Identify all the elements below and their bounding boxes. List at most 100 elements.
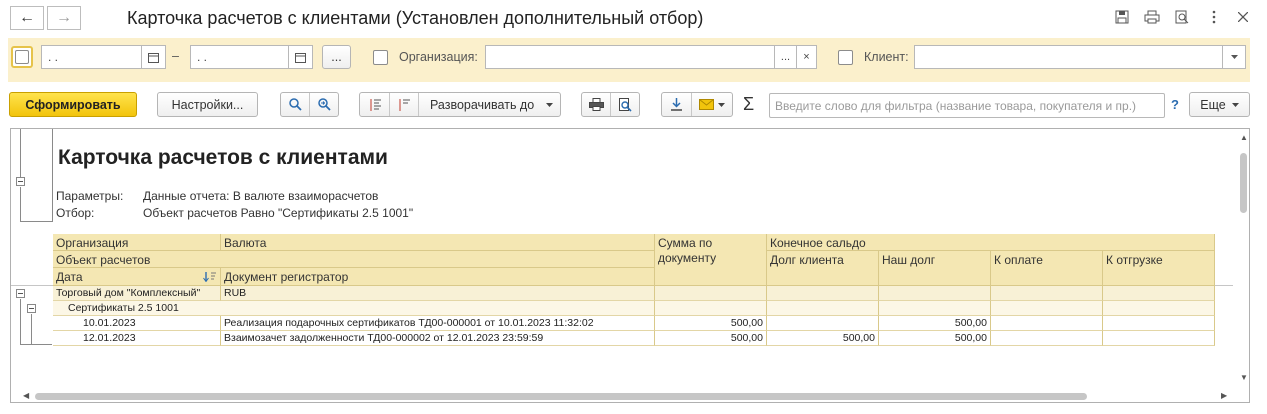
chevron-down-icon (1231, 102, 1239, 107)
search-next-button[interactable] (309, 93, 338, 116)
close-icon[interactable] (1234, 8, 1252, 26)
group-org-cell: Торговый дом "Комплексный" (53, 286, 221, 301)
scroll-up-icon[interactable]: ▲ (1240, 133, 1248, 142)
header-document: Документ регистратор (221, 268, 655, 286)
client-field[interactable] (914, 45, 1246, 69)
expand-levels-icon (399, 98, 410, 111)
row-date-cell: 12.01.2023 (53, 331, 221, 346)
period-select-button[interactable]: ... (322, 45, 351, 69)
generate-button[interactable]: Сформировать (9, 92, 137, 117)
arrow-left-icon: ← (19, 9, 35, 26)
window-title: Карточка расчетов с клиентами (Установле… (127, 8, 704, 28)
horizontal-scrollbar-thumb[interactable] (35, 393, 1087, 400)
collapse-levels-icon (370, 98, 381, 111)
header-client-debt: Долг клиента (767, 251, 879, 286)
header-currency: Валюта (221, 234, 655, 251)
subgroup-object-cell: Сертификаты 2.5 1001 (53, 301, 655, 316)
scroll-right-icon[interactable]: ▶ (1221, 391, 1227, 400)
calendar-from-button[interactable] (141, 45, 166, 69)
subgroup-our-debt-cell (879, 301, 991, 316)
row-sum-cell: 500,00 (655, 316, 767, 331)
filter-search-input[interactable]: Введите слово для фильтра (название това… (769, 93, 1165, 118)
period-checkbox[interactable] (11, 46, 33, 68)
row-to-pay-cell (991, 331, 1103, 346)
subgroup-sum-cell (655, 301, 767, 316)
header-organization: Организация (53, 234, 221, 251)
search-button[interactable] (281, 93, 309, 116)
header-our-debt: Наш долг (879, 251, 991, 286)
outline-line (20, 299, 21, 345)
date-from-value: . . (48, 50, 59, 64)
row-date-cell: 10.01.2023 (53, 316, 221, 331)
save-file-button[interactable] (662, 93, 691, 116)
row-our-debt-cell: 500,00 (879, 316, 991, 331)
subgroup-to-pay-cell (991, 301, 1103, 316)
forward-button[interactable]: → (47, 6, 81, 30)
header-date[interactable]: Дата (53, 268, 221, 286)
more-label: Еще (1200, 97, 1226, 112)
report-spreadsheet[interactable]: Карточка расчетов с клиентами Параметры:… (10, 128, 1250, 403)
row-our-debt-cell: 500,00 (879, 331, 991, 346)
collapse-toggle-icon[interactable] (16, 289, 25, 298)
save-icon[interactable] (1113, 8, 1131, 26)
organization-clear-button[interactable]: × (796, 46, 816, 68)
outline-line (52, 129, 53, 222)
print-button-group (581, 92, 640, 117)
group-to-pay-cell (991, 286, 1103, 301)
calendar-icon (148, 52, 159, 63)
outline-line (20, 221, 52, 222)
organization-field[interactable] (485, 45, 817, 69)
chevron-down-icon (717, 102, 725, 107)
row-document-cell[interactable]: Взаимозачет задолженности ТД00-000002 от… (221, 331, 655, 346)
client-checkbox[interactable] (838, 50, 853, 65)
organization-checkbox[interactable] (373, 50, 388, 65)
collapse-toggle-icon[interactable] (27, 304, 36, 313)
printer-icon (588, 98, 604, 111)
collapse-groups-button[interactable] (360, 93, 389, 116)
scroll-down-icon[interactable]: ▼ (1240, 373, 1248, 382)
print-icon[interactable] (1143, 8, 1161, 26)
preview-icon[interactable] (1173, 8, 1191, 26)
params-label: Параметры: (56, 189, 124, 203)
expand-groups-button[interactable] (389, 93, 418, 116)
print-preview-button[interactable] (610, 93, 639, 116)
row-to-pay-cell (991, 316, 1103, 331)
header-date-label: Дата (56, 270, 83, 284)
group-client-debt-cell (767, 286, 879, 301)
sum-button[interactable]: Σ (743, 94, 754, 115)
group-currency-cell: RUB (221, 286, 655, 301)
organization-label: Организация: (399, 50, 478, 64)
vertical-scrollbar-thumb[interactable] (1240, 153, 1247, 213)
subgroup-client-debt-cell (767, 301, 879, 316)
help-icon[interactable]: ? (1171, 97, 1179, 112)
send-email-button[interactable] (690, 93, 732, 116)
calendar-icon (295, 52, 306, 63)
collapse-toggle-icon[interactable] (16, 177, 25, 186)
download-icon (670, 98, 682, 111)
filter-label: Отбор: (56, 206, 95, 220)
print-button[interactable] (582, 93, 610, 116)
params-value: Данные отчета: В валюте взаиморасчетов (143, 189, 379, 203)
settings-button[interactable]: Настройки... (157, 92, 258, 117)
scroll-left-icon[interactable]: ◀ (23, 391, 29, 400)
expand-to-label: Разворачивать до (430, 97, 535, 112)
more-vert-icon[interactable] (1205, 8, 1223, 26)
date-to-value: . . (197, 50, 208, 64)
search-repeat-icon (318, 98, 331, 111)
chevron-down-icon (1230, 55, 1238, 59)
outline-line (31, 314, 32, 345)
subgroup-to-ship-cell (1103, 301, 1215, 316)
client-label: Клиент: (864, 50, 909, 64)
row-client-debt-cell (767, 316, 879, 331)
clear-icon: × (803, 51, 810, 63)
group-sum-cell (655, 286, 767, 301)
envelope-icon (698, 99, 714, 110)
expand-to-dropdown[interactable]: Разворачивать до (418, 93, 560, 116)
back-button[interactable]: ← (10, 6, 44, 30)
client-dropdown-button[interactable] (1222, 46, 1245, 68)
more-button[interactable]: Еще (1189, 92, 1250, 117)
organization-select-button[interactable]: ... (774, 46, 796, 68)
calendar-to-button[interactable] (288, 45, 313, 69)
sort-asc-icon[interactable] (203, 271, 217, 285)
row-document-cell[interactable]: Реализация подарочных сертификатов ТД00-… (221, 316, 655, 331)
